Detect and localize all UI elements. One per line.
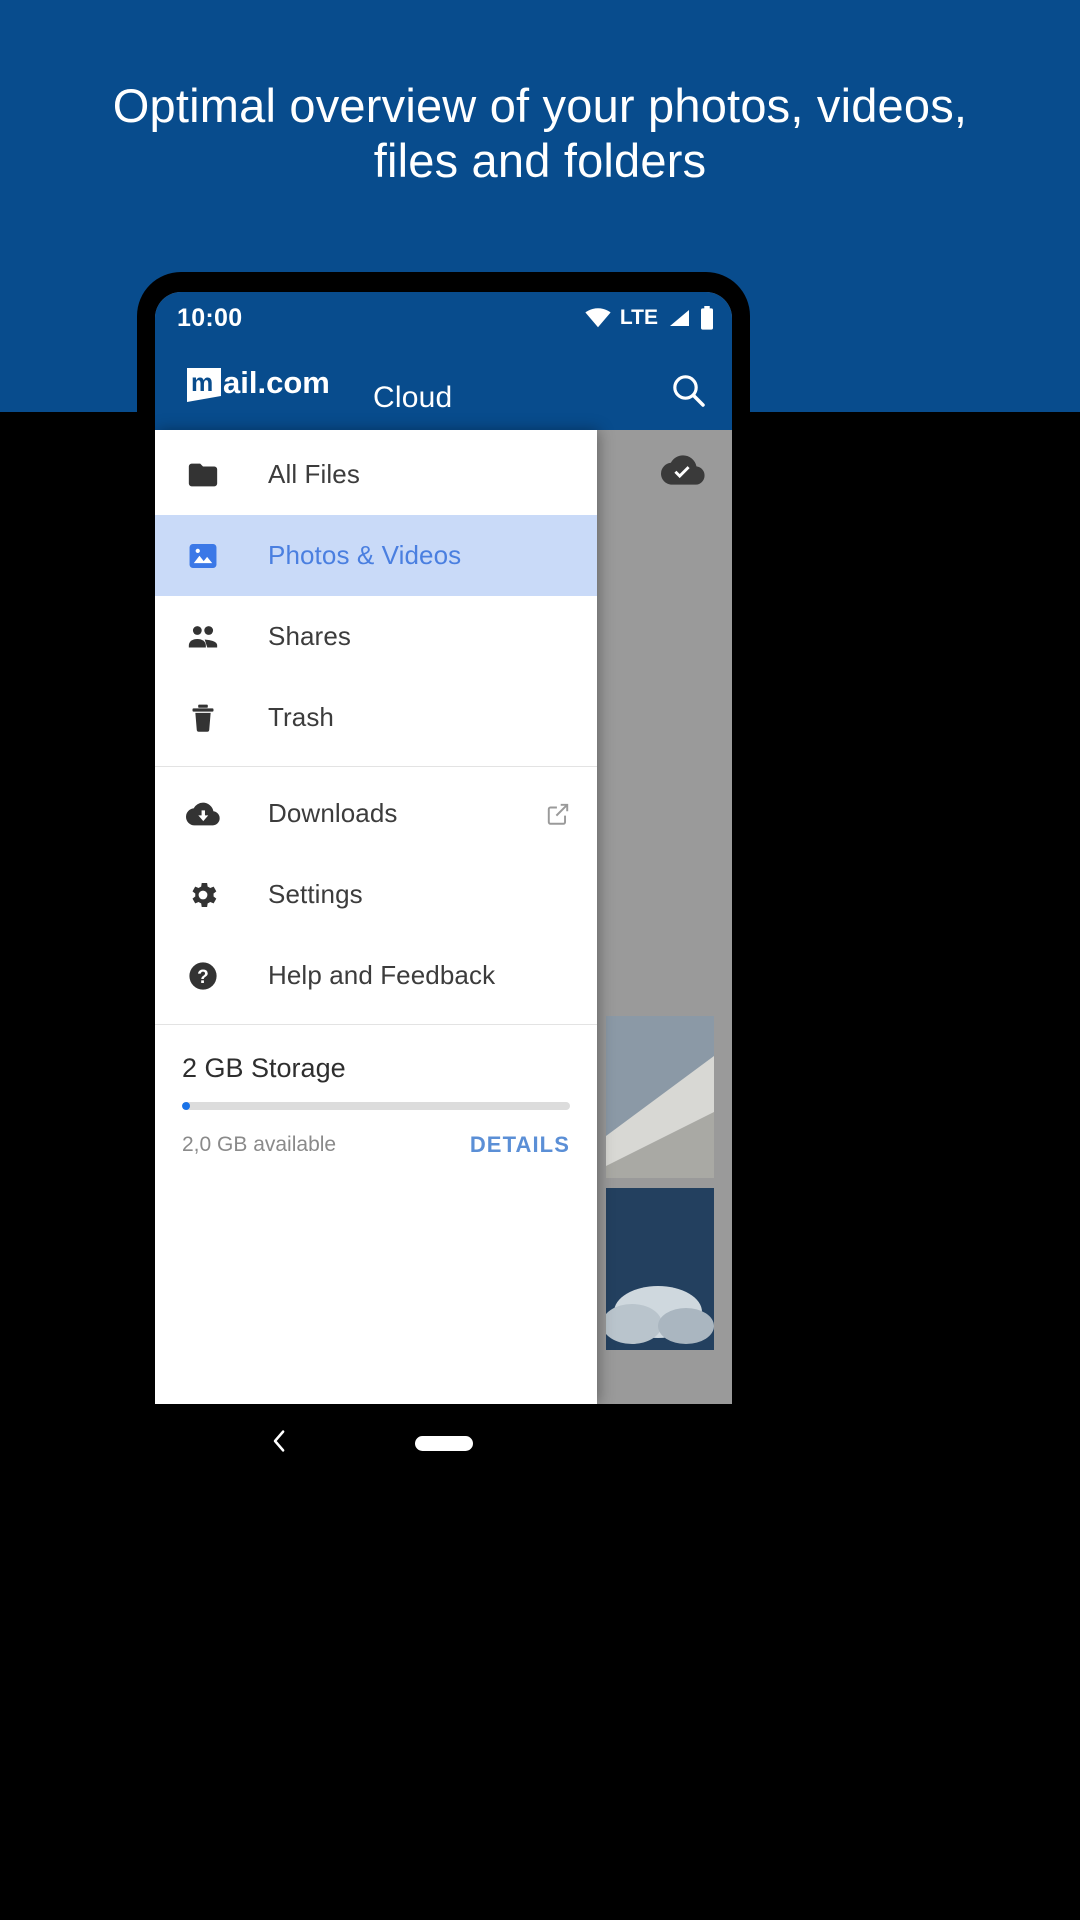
drawer-divider [155,1024,597,1025]
brand-suffix: Cloud [373,380,453,414]
svg-text:?: ? [197,967,209,988]
navigation-drawer: All Files Photos & Videos Shares Trash D… [155,430,597,1404]
sidebar-item-label: Photos & Videos [268,540,462,570]
status-bar: 10:00 LTE [155,292,732,344]
sidebar-item-shares[interactable]: Shares [155,596,597,677]
sidebar-item-label: Help and Feedback [268,960,496,990]
sidebar-item-label: Trash [268,702,334,732]
help-circle-icon: ? [182,959,224,993]
lte-label: LTE [619,306,658,329]
folder-icon [182,458,224,492]
status-time: 10:00 [177,303,243,332]
phone-screen: 10:00 LTE m ail.com Cloud All Files Phot… [155,292,732,1404]
photo-thumbnail[interactable] [606,1016,714,1178]
app-bar: m ail.com Cloud [155,344,732,430]
search-icon[interactable] [668,370,708,410]
sidebar-item-all-files[interactable]: All Files [155,434,597,515]
storage-progress-bar [182,1102,570,1110]
svg-text:ail.com: ail.com [223,365,330,400]
phone-device-frame: 10:00 LTE m ail.com Cloud All Files Phot… [137,272,750,1404]
sidebar-item-settings[interactable]: Settings [155,854,597,935]
wifi-icon [585,308,611,328]
battery-icon [700,306,714,330]
sidebar-item-downloads[interactable]: Downloads [155,773,597,854]
signal-icon [667,308,691,328]
svg-text:m: m [191,369,213,397]
status-icons: LTE [585,306,714,330]
brand-logo-group: m ail.com Cloud [185,362,453,414]
gear-icon [182,878,224,912]
sidebar-item-help-and-feedback[interactable]: ? Help and Feedback [155,935,597,1016]
sidebar-item-label: Settings [268,879,363,909]
cloud-download-icon [182,797,224,831]
back-icon[interactable] [265,1426,295,1461]
storage-info-row: 2,0 GB available DETAILS [182,1132,570,1158]
trash-icon [182,701,224,735]
android-nav-bar [137,1404,750,1482]
sidebar-item-photos-videos[interactable]: Photos & Videos [155,515,597,596]
image-icon [182,539,224,573]
drawer-item-list: All Files Photos & Videos Shares Trash D… [155,430,597,1031]
sidebar-item-label: All Files [268,459,360,489]
storage-available-label: 2,0 GB available [182,1133,337,1156]
sidebar-item-label: Shares [268,621,351,651]
photo-thumbnail[interactable] [606,1188,714,1350]
storage-section: 2 GB Storage 2,0 GB available DETAILS [155,1031,597,1158]
drawer-divider [155,766,597,767]
external-link-icon[interactable] [545,801,571,827]
sidebar-item-trash[interactable]: Trash [155,677,597,758]
promo-headline: Optimal overview of your photos, videos,… [112,79,968,188]
mailcom-logo: m ail.com [185,362,363,413]
cloud-check-icon [661,448,705,492]
sidebar-item-label: Downloads [268,798,398,828]
screenshot-root: Optimal overview of your photos, videos,… [0,0,1080,1920]
storage-details-button[interactable]: DETAILS [470,1132,570,1158]
storage-progress-fill [182,1102,190,1110]
home-pill[interactable] [414,1435,473,1451]
storage-title: 2 GB Storage [182,1053,346,1083]
people-icon [182,620,224,654]
